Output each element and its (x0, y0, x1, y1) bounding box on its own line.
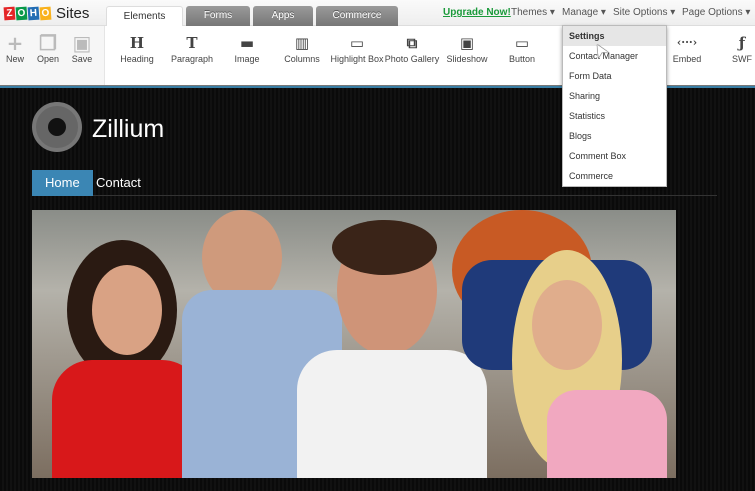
label: Save (71, 54, 93, 64)
menu-item-contact-manager[interactable]: Contact Manager (563, 46, 666, 66)
menu-item-settings[interactable]: Settings (563, 26, 666, 46)
menu-item-form-data[interactable]: Form Data (563, 66, 666, 86)
manage-dropdown: Settings Contact Manager Form Data Shari… (562, 25, 667, 187)
menu-item-blogs[interactable]: Blogs (563, 126, 666, 146)
open-icon: ❐ (39, 31, 57, 55)
menu-item-statistics[interactable]: Statistics (563, 106, 666, 126)
logo-letter: O (39, 6, 52, 21)
site-logo-icon[interactable] (32, 102, 82, 152)
button-icon: ▭ (514, 34, 530, 52)
tab-apps[interactable]: Apps (253, 6, 313, 26)
logo-letter: H (27, 6, 40, 21)
tab-elements[interactable]: Elements (106, 6, 183, 27)
site-title[interactable]: Zillium (92, 115, 164, 144)
menu-item-commerce[interactable]: Commerce (563, 166, 666, 186)
tab-commerce[interactable]: Commerce (316, 6, 398, 26)
label: Button (508, 54, 536, 64)
menu-item-sharing[interactable]: Sharing (563, 86, 666, 106)
top-bar: Z O H O Sites Elements Forms Apps Commer… (0, 0, 755, 27)
logo-letter: Z (3, 6, 16, 21)
site-nav-contact[interactable]: Contact (83, 170, 154, 196)
manage-menu[interactable]: Manage ▾ (562, 7, 606, 18)
upgrade-link[interactable]: Upgrade Now! (443, 7, 511, 18)
plus-icon: + (6, 31, 24, 55)
open-button[interactable]: ❐ Open (33, 32, 63, 64)
tab-forms[interactable]: Forms (186, 6, 250, 26)
themes-menu[interactable]: Themes ▾ (511, 7, 555, 18)
site-options-menu[interactable]: Site Options ▾ (613, 7, 675, 18)
swf-element[interactable]: ƒ SWF (707, 32, 755, 64)
label: SWF (732, 54, 752, 64)
button-element[interactable]: ▭ Button (487, 32, 557, 64)
flash-icon: ƒ (738, 34, 746, 52)
save-button[interactable]: ▣ Save (67, 32, 97, 64)
logo-letter: O (15, 6, 28, 21)
zoho-sites-logo[interactable]: Z O H O Sites (3, 5, 90, 22)
save-icon: ▣ (72, 31, 92, 55)
app-name: Sites (56, 5, 90, 22)
banner-image[interactable] (32, 210, 676, 478)
label: New (5, 54, 24, 64)
new-button[interactable]: + New (0, 32, 30, 64)
label: Open (36, 54, 60, 64)
menu-item-comment-box[interactable]: Comment Box (563, 146, 666, 166)
page-options-menu[interactable]: Page Options ▾ (682, 7, 750, 18)
